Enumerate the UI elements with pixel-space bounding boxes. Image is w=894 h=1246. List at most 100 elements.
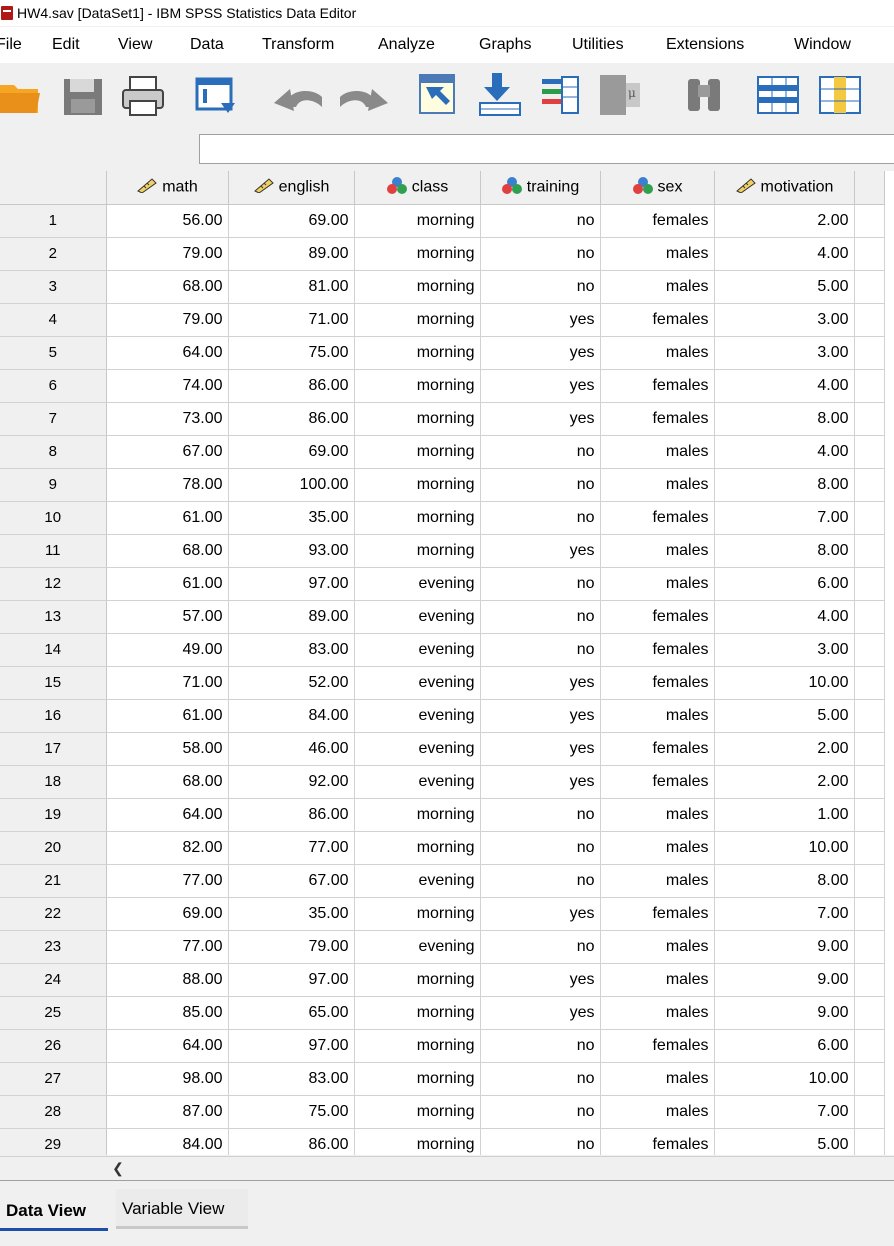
grid-cell[interactable]: no [480,831,601,865]
grid-cell[interactable]: 7.00 [714,897,855,931]
grid-cell[interactable]: morning [354,468,481,502]
row-number[interactable]: 15 [0,666,107,700]
grid-cell[interactable]: morning [354,204,481,238]
goto-case-icon[interactable] [418,73,458,117]
cell-editor-input[interactable] [199,134,894,164]
recall-dialog-icon[interactable] [195,73,239,117]
grid-cell-empty[interactable] [854,1029,885,1063]
grid-cell-empty[interactable] [854,204,885,238]
grid-cell[interactable]: 87.00 [106,1095,229,1129]
row-number[interactable]: 1 [0,204,107,238]
grid-cell[interactable]: females [600,765,715,799]
grid-cell[interactable]: no [480,1062,601,1096]
grid-cell[interactable]: 9.00 [714,930,855,964]
grid-cell-empty[interactable] [854,270,885,304]
grid-cell[interactable]: yes [480,666,601,700]
row-number[interactable]: 3 [0,270,107,304]
grid-cell[interactable]: 85.00 [106,996,229,1030]
grid-cell[interactable]: 64.00 [106,1029,229,1063]
grid-cell-empty[interactable] [854,600,885,634]
row-number[interactable]: 17 [0,732,107,766]
grid-cell[interactable]: males [600,1062,715,1096]
grid-cell[interactable]: no [480,435,601,469]
grid-cell[interactable]: males [600,534,715,568]
menu-view[interactable]: View [118,36,152,54]
grid-cell[interactable]: 67.00 [228,864,355,898]
grid-cell[interactable]: 82.00 [106,831,229,865]
grid-cell[interactable]: 83.00 [228,1062,355,1096]
grid-cell[interactable]: 5.00 [714,1128,855,1155]
grid-cell[interactable]: morning [354,534,481,568]
grid-cell[interactable]: no [480,798,601,832]
row-number-header[interactable] [0,171,107,205]
grid-cell[interactable]: 3.00 [714,303,855,337]
grid-cell[interactable]: no [480,1029,601,1063]
menu-utilities[interactable]: Utilities [572,36,624,54]
grid-cell[interactable]: 97.00 [228,963,355,997]
grid-cell[interactable]: females [600,204,715,238]
grid-cell[interactable]: evening [354,864,481,898]
grid-cell[interactable]: no [480,633,601,667]
grid-cell[interactable]: yes [480,897,601,931]
grid-cell[interactable]: females [600,369,715,403]
grid-cell[interactable]: 8.00 [714,864,855,898]
grid-cell[interactable]: 81.00 [228,270,355,304]
grid-cell[interactable]: males [600,798,715,832]
grid-cell[interactable]: morning [354,798,481,832]
grid-cell[interactable]: no [480,600,601,634]
grid-cell[interactable]: morning [354,501,481,535]
grid-cell[interactable]: 83.00 [228,633,355,667]
grid-cell[interactable]: 8.00 [714,402,855,436]
grid-cell[interactable]: females [600,402,715,436]
grid-cell[interactable]: 77.00 [106,930,229,964]
tab-data-view[interactable]: Data View [0,1191,108,1231]
grid-cell[interactable]: 7.00 [714,501,855,535]
column-header-motivation[interactable]: motivation [714,171,855,205]
grid-cell[interactable]: 64.00 [106,798,229,832]
grid-cell[interactable]: no [480,270,601,304]
grid-cell[interactable]: evening [354,732,481,766]
grid-cell[interactable]: no [480,567,601,601]
grid-cell[interactable]: 86.00 [228,798,355,832]
grid-cell[interactable]: males [600,468,715,502]
grid-cell[interactable]: males [600,963,715,997]
grid-cell[interactable]: 3.00 [714,633,855,667]
row-number[interactable]: 29 [0,1128,107,1155]
grid-cell[interactable]: evening [354,765,481,799]
grid-cell[interactable]: 65.00 [228,996,355,1030]
grid-cell[interactable]: 84.00 [228,699,355,733]
variables-icon[interactable] [538,73,582,117]
goto-variable-icon[interactable] [478,73,522,117]
row-number[interactable]: 18 [0,765,107,799]
grid-cell-empty[interactable] [854,897,885,931]
grid-cell[interactable]: 97.00 [228,567,355,601]
row-number[interactable]: 23 [0,930,107,964]
tab-variable-view[interactable]: Variable View [116,1189,248,1229]
grid-cell[interactable]: yes [480,963,601,997]
menu-graphs[interactable]: Graphs [479,36,531,54]
grid-cell[interactable]: females [600,633,715,667]
grid-cell[interactable]: males [600,930,715,964]
grid-cell[interactable]: 2.00 [714,765,855,799]
grid-cell[interactable]: 46.00 [228,732,355,766]
grid-cell[interactable]: morning [354,1095,481,1129]
grid-cell[interactable]: males [600,831,715,865]
grid-cell[interactable]: evening [354,666,481,700]
grid-cell-empty[interactable] [854,699,885,733]
grid-cell[interactable]: 89.00 [228,237,355,271]
grid-cell[interactable]: yes [480,336,601,370]
grid-cell[interactable]: females [600,666,715,700]
row-number[interactable]: 20 [0,831,107,865]
grid-cell[interactable]: 77.00 [106,864,229,898]
grid-cell[interactable]: 57.00 [106,600,229,634]
grid-cell[interactable]: yes [480,765,601,799]
grid-cell[interactable]: morning [354,303,481,337]
grid-cell[interactable]: morning [354,1128,481,1155]
grid-cell[interactable]: 78.00 [106,468,229,502]
grid-cell-empty[interactable] [854,501,885,535]
grid-cell[interactable]: 4.00 [714,600,855,634]
save-icon[interactable] [62,73,106,117]
grid-cell[interactable]: morning [354,897,481,931]
grid-cell[interactable]: 67.00 [106,435,229,469]
column-header-english[interactable]: english [228,171,355,205]
